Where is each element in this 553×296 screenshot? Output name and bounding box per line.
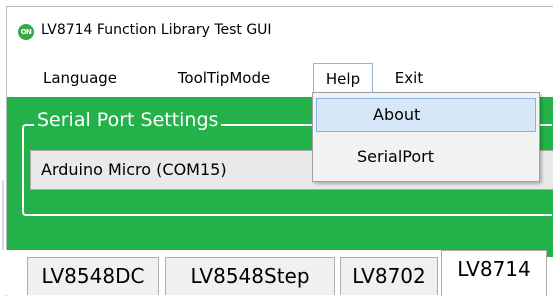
menu-item-serialport[interactable]: SerialPort: [316, 141, 536, 175]
device-tab-strip: LV8548DC LV8548Step LV8702 LV8714: [0, 250, 547, 296]
tab-lv8702[interactable]: LV8702: [340, 257, 438, 295]
tab-lv8548step[interactable]: LV8548Step: [165, 257, 335, 295]
menu-item-about[interactable]: About: [316, 98, 536, 132]
tab-lv8548dc[interactable]: LV8548DC: [27, 257, 159, 295]
menu-language[interactable]: Language: [35, 63, 125, 95]
menu-help[interactable]: Help: [313, 63, 373, 95]
tab-lv8714[interactable]: LV8714: [441, 250, 547, 296]
menu-tooltipmode[interactable]: ToolTipMode: [139, 63, 309, 95]
title-bar[interactable]: ON LV8714 Function Library Test GUI: [7, 7, 553, 55]
menu-exit[interactable]: Exit: [385, 63, 433, 95]
serial-port-settings-title: Serial Port Settings: [34, 109, 222, 131]
menu-bar: Language ToolTipMode Help Exit: [7, 63, 553, 95]
app-logo-icon: ON: [18, 24, 34, 40]
help-dropdown-menu: About SerialPort: [312, 92, 540, 182]
window-title: LV8714 Function Library Test GUI: [41, 22, 272, 38]
